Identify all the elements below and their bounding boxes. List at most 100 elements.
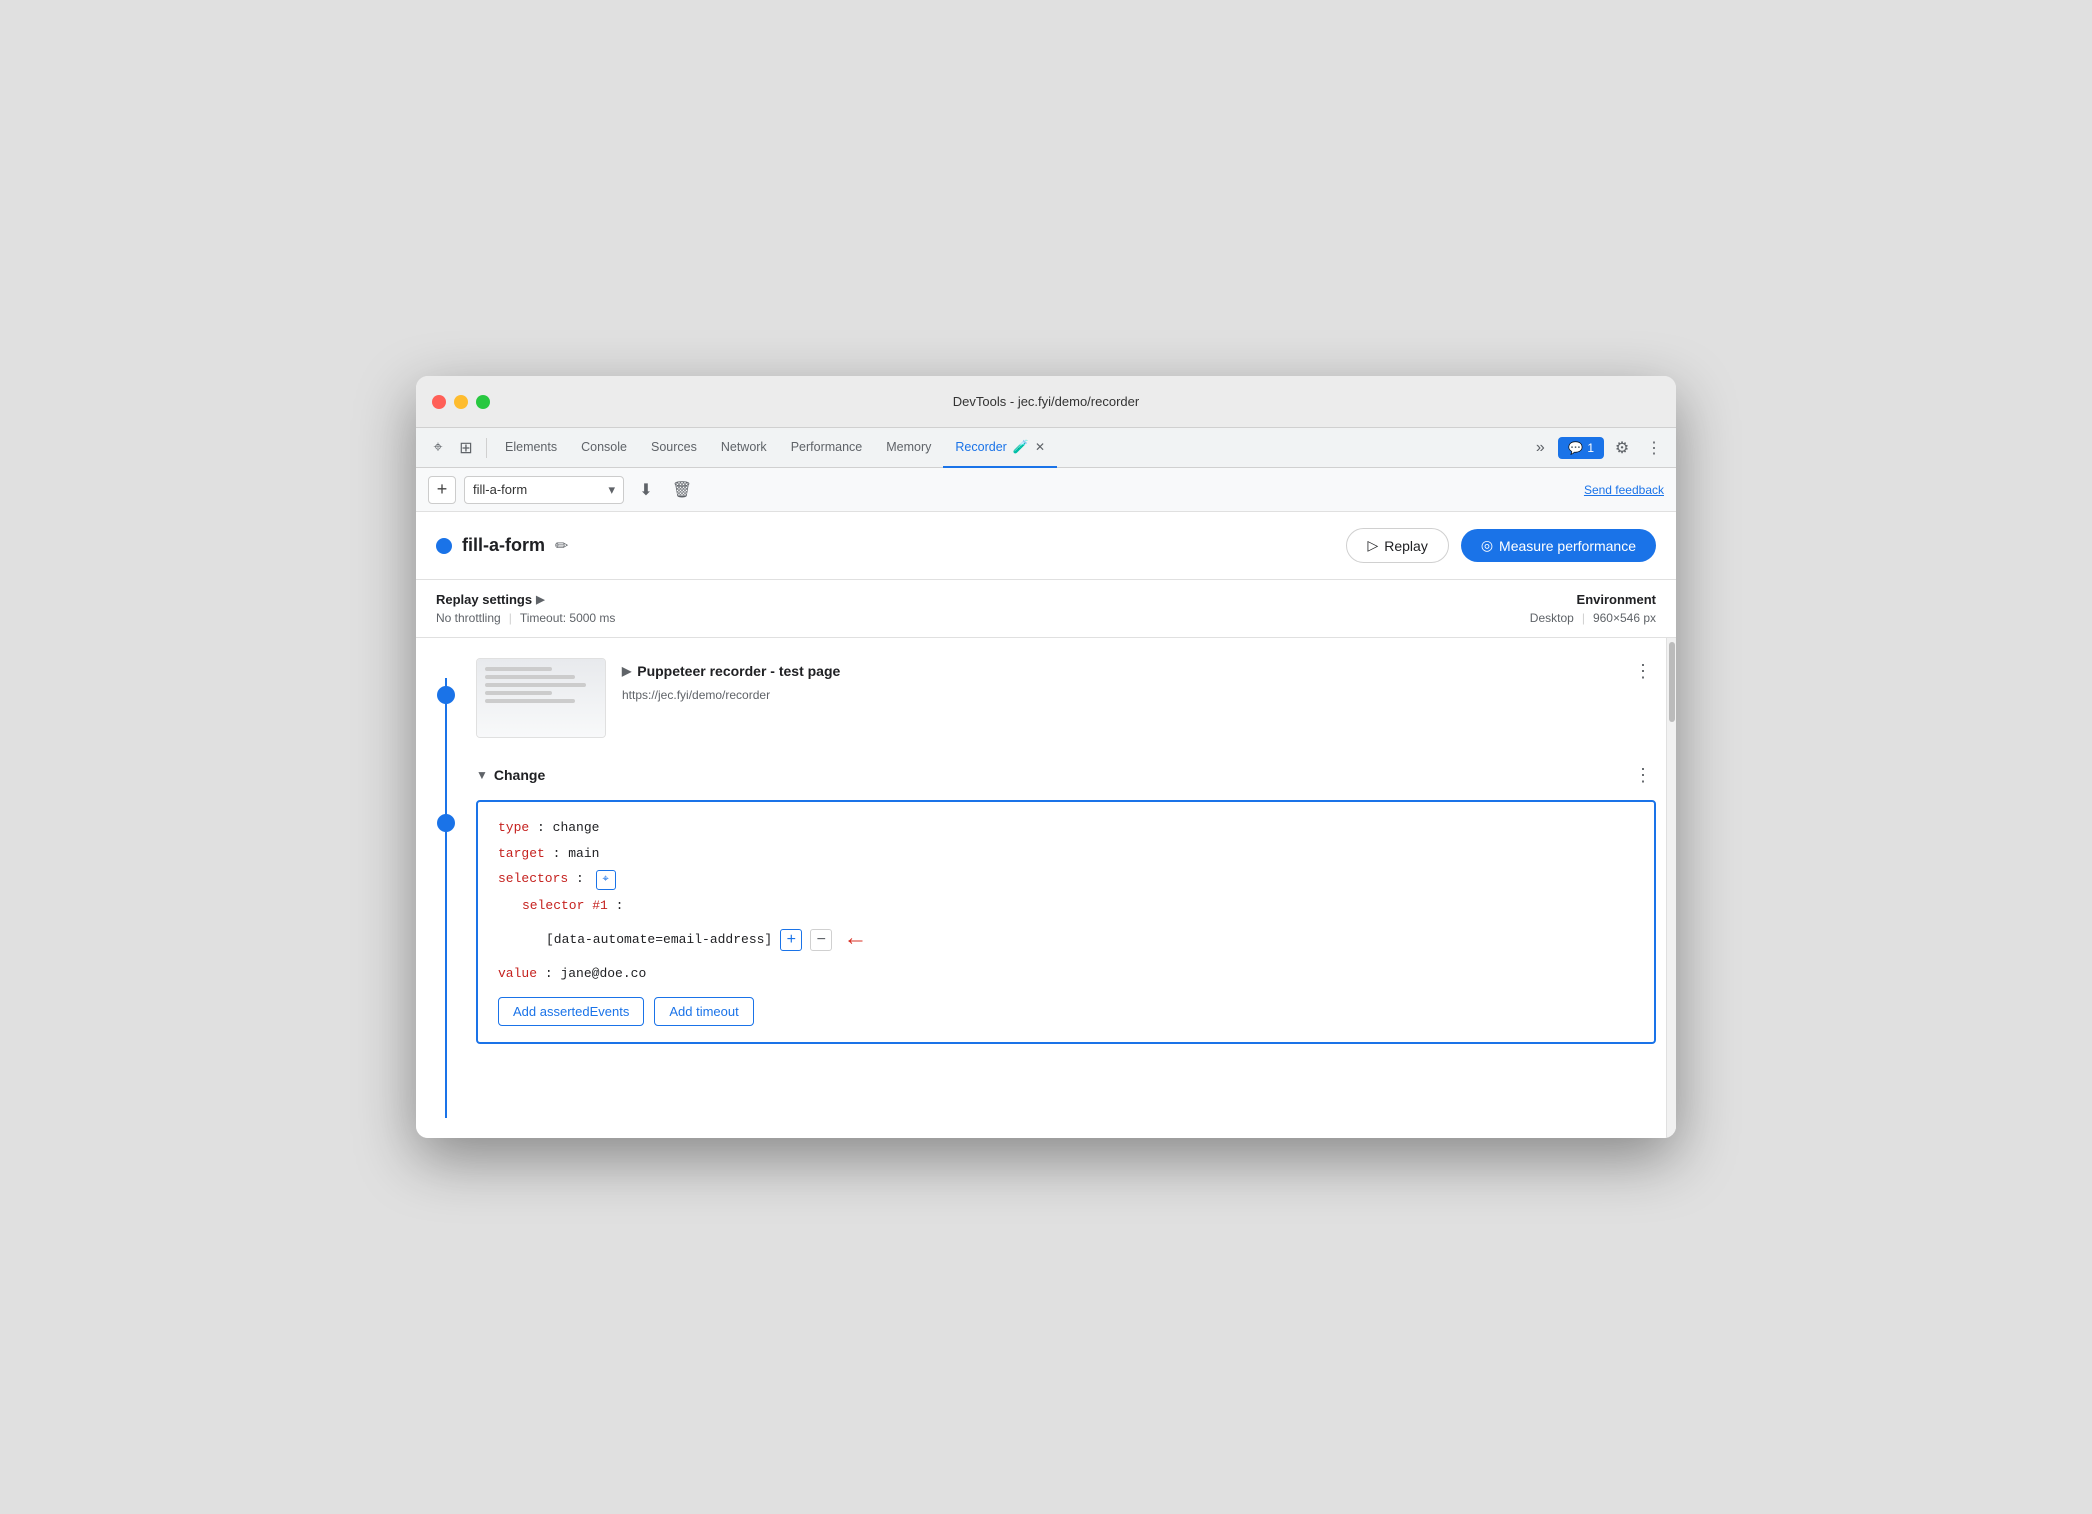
- value-value: jane@doe.co: [560, 966, 646, 981]
- devtools-window: DevTools - jec.fyi/demo/recorder ⌖ ⊞ Ele…: [416, 376, 1676, 1138]
- add-icon: +: [437, 479, 448, 500]
- tab-network[interactable]: Network: [709, 428, 779, 468]
- tab-elements[interactable]: Elements: [493, 428, 569, 468]
- step1-more-menu-icon[interactable]: ⋮: [1630, 658, 1656, 684]
- selectors-key: selectors: [498, 871, 568, 886]
- selector-add-button[interactable]: +: [780, 929, 802, 951]
- red-arrow-icon: ←: [848, 922, 862, 958]
- more-tabs-icon[interactable]: »: [1526, 434, 1554, 462]
- recording-actions: ▷ Replay ◎ Measure performance: [1346, 528, 1656, 563]
- send-feedback-link[interactable]: Send feedback: [1584, 483, 1664, 497]
- target-key: target: [498, 846, 545, 861]
- target-value: main: [568, 846, 599, 861]
- thumb-line-3: [485, 683, 586, 687]
- tab-recorder-label: Recorder: [955, 440, 1006, 454]
- settings-icon-btn[interactable]: ⚙: [1608, 434, 1636, 462]
- step-change-header: ▼ Change ⋮: [476, 762, 1656, 788]
- page-title-text: Puppeteer recorder - test page: [637, 663, 840, 679]
- environment-title: Environment: [1530, 592, 1656, 607]
- selector-colon2: :: [616, 898, 624, 913]
- chat-count: 1: [1587, 441, 1594, 455]
- step-change-title: ▼ Change: [476, 767, 545, 783]
- expand-icon-btn[interactable]: ⊞: [452, 434, 480, 462]
- recorder-close-icon[interactable]: ✕: [1035, 440, 1045, 454]
- thumb-line-1: [485, 667, 552, 671]
- thumb-line-4: [485, 691, 552, 695]
- type-colon: :: [537, 820, 553, 835]
- selector-remove-button[interactable]: −: [810, 929, 832, 951]
- recording-title: fill-a-form: [462, 535, 545, 556]
- cursor-icon-btn[interactable]: ⌖: [424, 434, 452, 462]
- settings-separator: |: [509, 611, 512, 625]
- measure-icon: ◎: [1481, 537, 1493, 554]
- steps-timeline: [416, 658, 476, 1118]
- edit-title-icon[interactable]: ✏: [555, 536, 568, 556]
- recorder-beaker-icon: 🧪: [1013, 439, 1029, 455]
- environment-details: Desktop | 960×546 px: [1530, 611, 1656, 625]
- tab-recorder[interactable]: Recorder 🧪 ✕: [943, 428, 1057, 468]
- measure-label: Measure performance: [1499, 538, 1636, 554]
- steps-area: ▶ Puppeteer recorder - test page ⋮ https…: [416, 638, 1676, 1138]
- code-type-line: type : change: [498, 818, 1634, 838]
- export-recording-button[interactable]: ⬇: [632, 476, 660, 504]
- close-button[interactable]: [432, 395, 446, 409]
- tab-memory[interactable]: Memory: [874, 428, 943, 468]
- selector-value: [data-automate=email-address]: [546, 930, 772, 950]
- chat-button[interactable]: 💬 1: [1558, 437, 1604, 459]
- type-key: type: [498, 820, 529, 835]
- value-colon: :: [545, 966, 561, 981]
- recording-select[interactable]: fill-a-form ▾: [464, 476, 624, 504]
- add-recording-button[interactable]: +: [428, 476, 456, 504]
- tab-separator: [486, 438, 487, 458]
- page-step-title: ▶ Puppeteer recorder - test page: [622, 663, 840, 679]
- step-node-2: [437, 814, 455, 832]
- tab-sources[interactable]: Sources: [639, 428, 709, 468]
- replay-label: Replay: [1384, 538, 1428, 554]
- replay-settings-title: Replay settings ▶: [436, 592, 1530, 607]
- thumb-line-5: [485, 699, 575, 703]
- action-buttons: Add assertedEvents Add timeout: [498, 997, 1634, 1026]
- step-change: ▼ Change ⋮ type : change target: [476, 762, 1656, 1044]
- change-title-text: Change: [494, 767, 545, 783]
- selector-number-key: selector #1: [522, 898, 608, 913]
- thumb-content: [477, 659, 605, 715]
- devtools-right-icons: » 💬 1 ⚙ ⋮: [1526, 434, 1668, 462]
- scrollbar-thumb[interactable]: [1669, 642, 1675, 722]
- settings-expand-icon[interactable]: ▶: [536, 593, 544, 606]
- code-value-line: value : jane@doe.co: [498, 964, 1634, 984]
- replay-play-icon: ▷: [1367, 537, 1378, 554]
- maximize-button[interactable]: [476, 395, 490, 409]
- measure-performance-button[interactable]: ◎ Measure performance: [1461, 529, 1656, 562]
- environment-settings: Environment Desktop | 960×546 px: [1530, 592, 1656, 625]
- thumb-line-2: [485, 675, 575, 679]
- timeline-line: [445, 678, 447, 1118]
- dropdown-icon: ▾: [608, 482, 615, 498]
- tab-performance[interactable]: Performance: [779, 428, 875, 468]
- more-options-icon-btn[interactable]: ⋮: [1640, 434, 1668, 462]
- page-step-info: ▶ Puppeteer recorder - test page ⋮ https…: [622, 658, 1656, 702]
- add-timeout-button[interactable]: Add timeout: [654, 997, 753, 1026]
- change-collapse-icon[interactable]: ▼: [476, 768, 488, 782]
- page-thumbnail: [476, 658, 606, 738]
- env-separator: |: [1582, 611, 1585, 625]
- chat-icon: 💬: [1568, 441, 1583, 455]
- window-title: DevTools - jec.fyi/demo/recorder: [953, 394, 1139, 409]
- scrollbar-track[interactable]: [1666, 638, 1676, 1138]
- tab-console[interactable]: Console: [569, 428, 639, 468]
- replay-settings: Replay settings ▶ No throttling | Timeou…: [436, 592, 1530, 625]
- traffic-lights: [432, 395, 490, 409]
- recording-status-dot: [436, 538, 452, 554]
- replay-button[interactable]: ▷ Replay: [1346, 528, 1448, 563]
- add-asserted-events-button[interactable]: Add assertedEvents: [498, 997, 644, 1026]
- step2-more-menu-icon[interactable]: ⋮: [1630, 762, 1656, 788]
- selector-cursor-btn[interactable]: ⌖: [596, 870, 616, 890]
- code-block: type : change target : main selectors :: [476, 800, 1656, 1044]
- code-selector-value-line: [data-automate=email-address] + − ←: [498, 922, 1634, 958]
- delete-recording-button[interactable]: 🗑: [668, 476, 696, 504]
- no-throttling-label: No throttling: [436, 611, 501, 625]
- steps-content: ▶ Puppeteer recorder - test page ⋮ https…: [476, 658, 1676, 1118]
- minimize-button[interactable]: [454, 395, 468, 409]
- resolution-label: 960×546 px: [1593, 611, 1656, 625]
- step-expand-triangle[interactable]: ▶: [622, 664, 631, 678]
- devtools-tabs-bar: ⌖ ⊞ Elements Console Sources Network Per…: [416, 428, 1676, 468]
